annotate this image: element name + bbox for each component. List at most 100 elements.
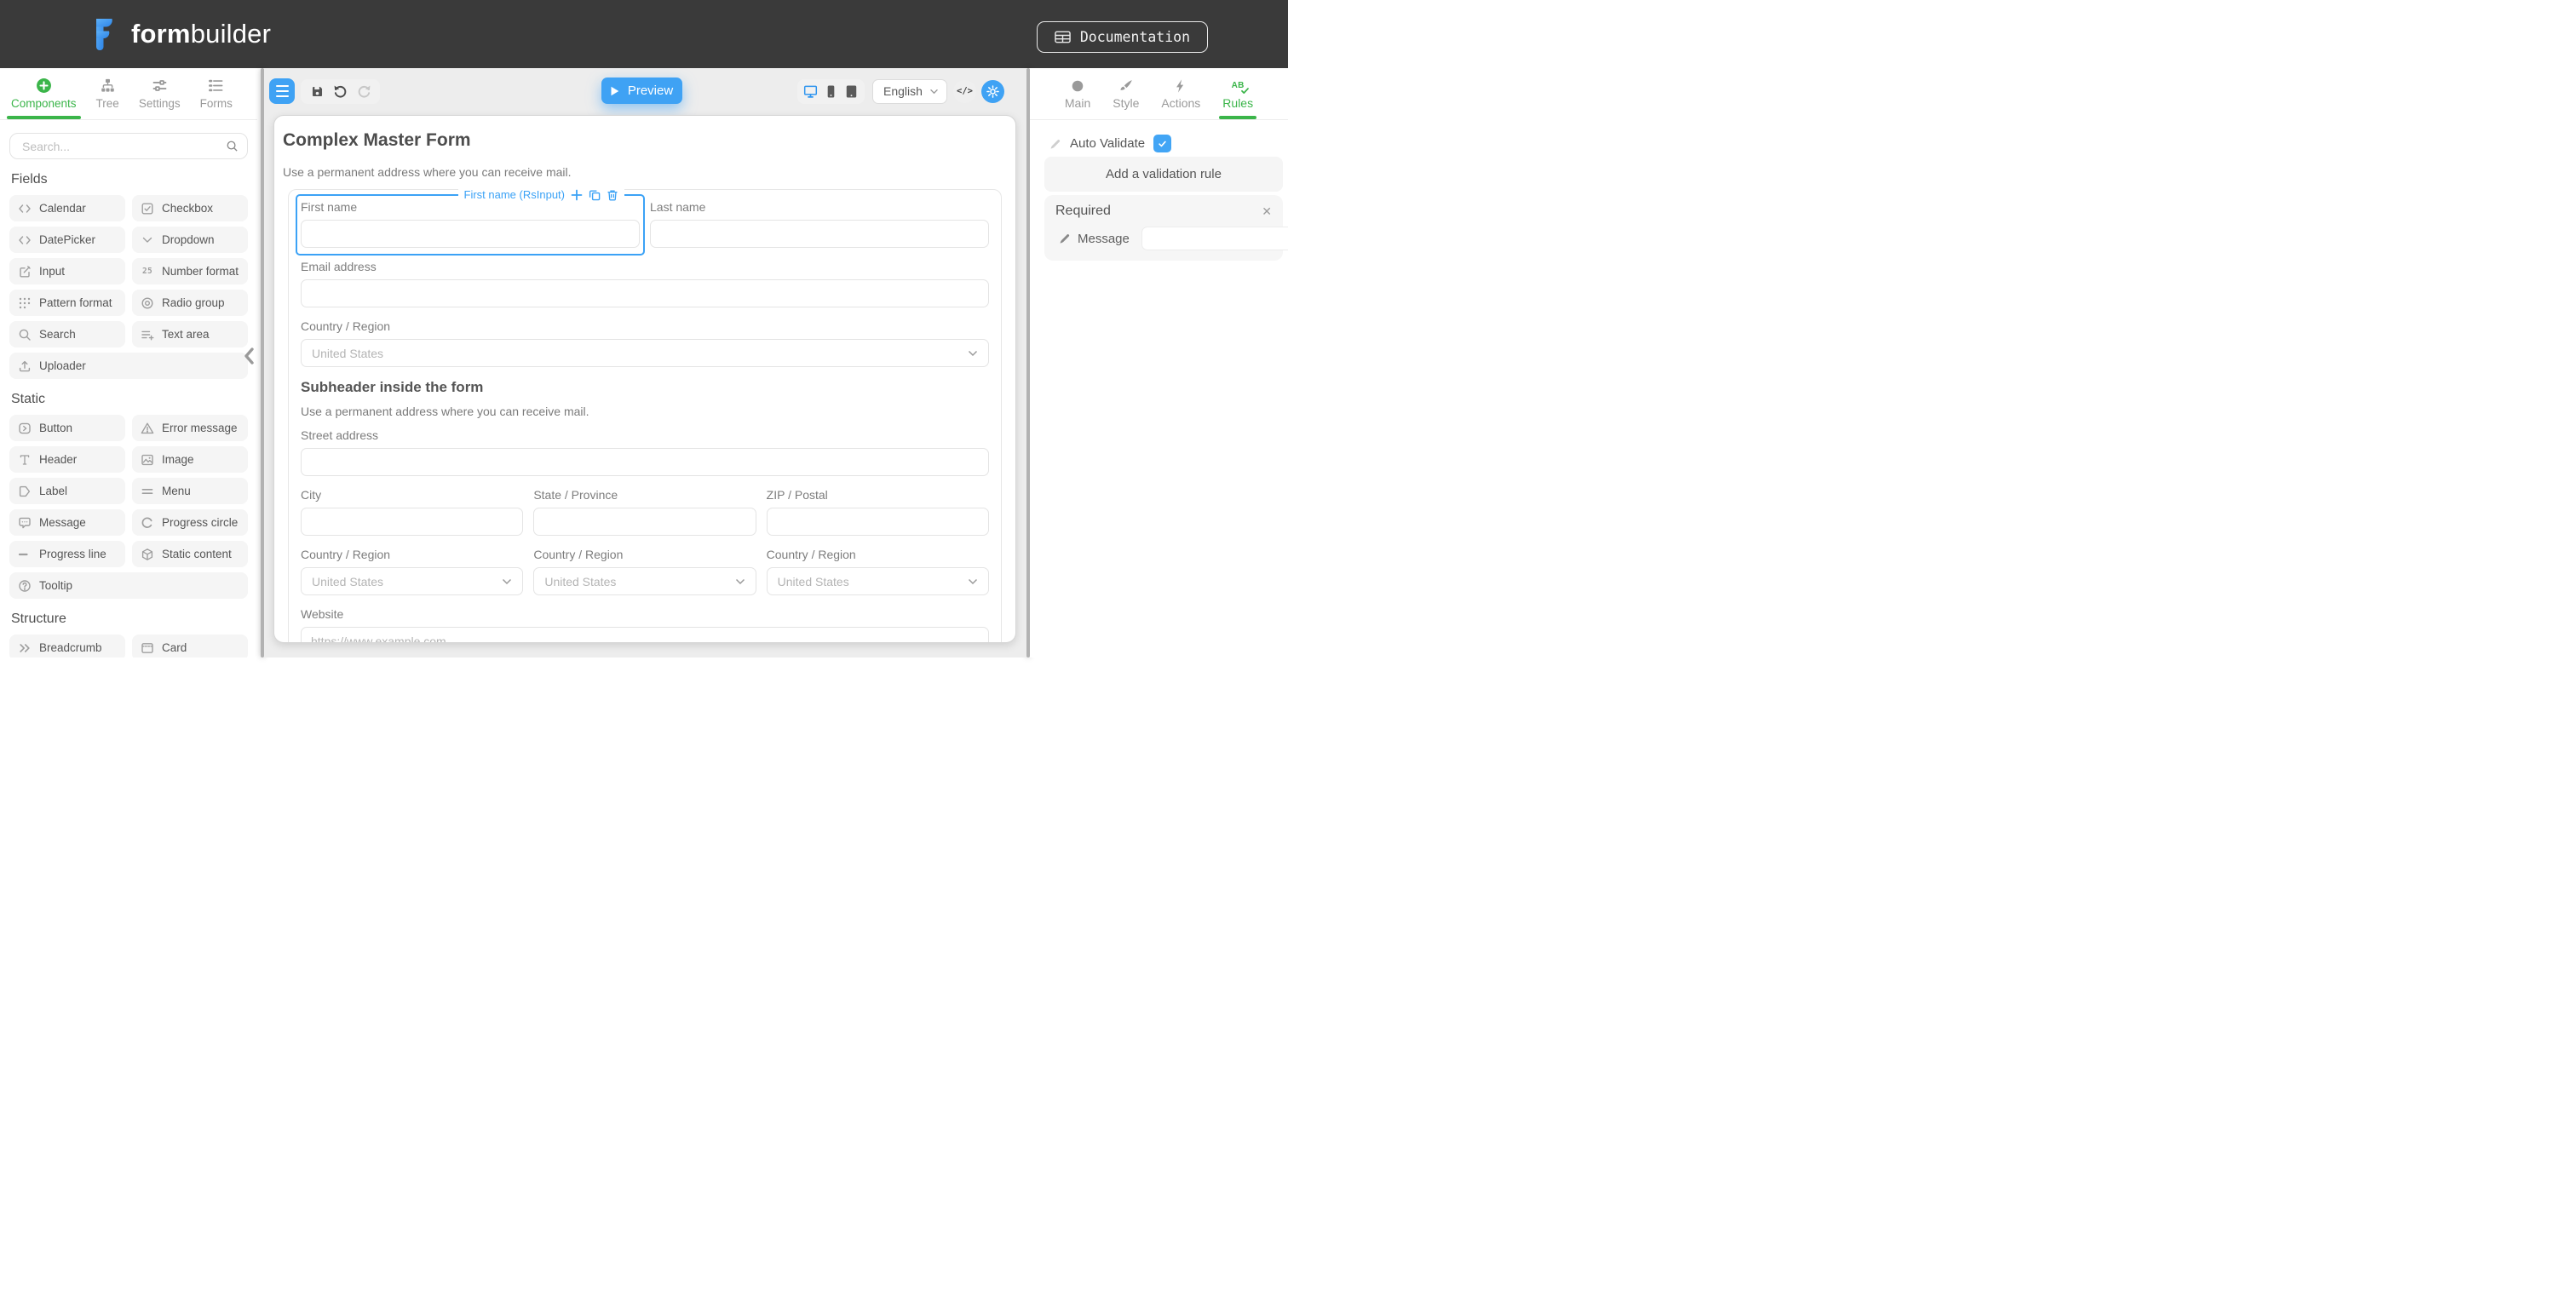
component-item-tooltip[interactable]: Tooltip <box>9 572 248 599</box>
component-item-uploader[interactable]: Uploader <box>9 353 248 379</box>
street-input[interactable] <box>301 448 989 476</box>
remove-rule-button[interactable]: ✕ <box>1262 205 1272 217</box>
website-input[interactable] <box>301 627 989 643</box>
rule-message-input[interactable] <box>1141 227 1288 250</box>
country-b-select[interactable]: United States <box>533 567 756 595</box>
form-section-container: First name (RsInput) First name <box>288 189 1002 643</box>
email-input[interactable] <box>301 279 989 307</box>
field-state[interactable]: State / Province <box>533 488 756 536</box>
code-tags-icon: </> <box>957 86 973 96</box>
country-select[interactable]: United States <box>301 339 989 367</box>
search-icon <box>18 328 32 342</box>
sidebar-tab-forms[interactable]: Forms <box>200 68 233 119</box>
component-label: DatePicker <box>39 233 95 246</box>
documentation-button[interactable]: Documentation <box>1037 21 1208 53</box>
view-code-button[interactable]: </> <box>953 80 976 103</box>
desktop-preview-button[interactable] <box>803 84 818 99</box>
top-bar: formbuilder Documentation <box>0 0 1288 68</box>
desktop-icon <box>803 84 818 99</box>
card-icon <box>141 641 154 655</box>
preview-button[interactable]: Preview <box>601 78 682 104</box>
field-website[interactable]: Website <box>301 607 989 643</box>
sidebar-tab-settings[interactable]: Settings <box>139 68 181 119</box>
auto-validate-label: Auto Validate <box>1070 136 1145 151</box>
component-item-static-content[interactable]: Static content <box>132 541 248 567</box>
warning-icon <box>141 422 154 435</box>
component-item-image[interactable]: Image <box>132 446 248 473</box>
state-input[interactable] <box>533 508 756 536</box>
component-item-calendar[interactable]: Calendar <box>9 195 125 221</box>
settings-button[interactable] <box>981 80 1004 103</box>
country-c-select[interactable]: United States <box>767 567 989 595</box>
component-item-header[interactable]: Header <box>9 446 125 473</box>
field-zip[interactable]: ZIP / Postal <box>767 488 989 536</box>
last-name-input[interactable] <box>650 220 989 248</box>
form-subheader: Subheader inside the form <box>301 379 989 396</box>
component-label: Number format <box>162 265 239 278</box>
component-item-text-area[interactable]: Text area <box>132 321 248 347</box>
component-item-card[interactable]: Card <box>132 635 248 658</box>
breadcrumb-icon <box>18 641 32 655</box>
language-select[interactable]: English <box>872 79 947 104</box>
component-item-message[interactable]: Message <box>9 509 125 536</box>
menu-button[interactable] <box>269 78 295 104</box>
component-item-menu[interactable]: Menu <box>132 478 248 504</box>
field-country-c[interactable]: Country / Region United States <box>767 548 989 595</box>
component-item-checkbox[interactable]: Checkbox <box>132 195 248 221</box>
delete-component-button[interactable] <box>607 189 618 201</box>
component-item-progress-circle[interactable]: Progress circle <box>132 509 248 536</box>
component-item-dropdown[interactable]: Dropdown <box>132 227 248 253</box>
list-icon <box>208 78 224 94</box>
auto-validate-checkbox[interactable] <box>1153 135 1171 152</box>
sidebar-tab-tree[interactable]: Tree <box>96 68 119 119</box>
add-validation-rule-button[interactable]: Add a validation rule <box>1044 157 1283 192</box>
field-country-b[interactable]: Country / Region United States <box>533 548 756 595</box>
collapse-left-panel-button[interactable] <box>242 346 257 366</box>
inspector-tab-rules[interactable]: ABRules <box>1222 68 1253 119</box>
hamburger-icon <box>276 85 289 88</box>
search-input[interactable] <box>20 139 226 154</box>
city-input[interactable] <box>301 508 523 536</box>
inspector-tab-main[interactable]: Main <box>1065 68 1090 119</box>
field-country-a[interactable]: Country / Region United States <box>301 548 523 595</box>
country-label: Country / Region <box>301 319 989 334</box>
search-icon <box>226 140 239 152</box>
field-first-name[interactable]: First name (RsInput) First name <box>301 200 640 248</box>
component-item-datepicker[interactable]: DatePicker <box>9 227 125 253</box>
zip-input[interactable] <box>767 508 989 536</box>
component-item-radio-group[interactable]: Radio group <box>132 290 248 316</box>
component-item-error-message[interactable]: Error message <box>132 415 248 441</box>
required-rule-card: Required ✕ Message <box>1044 195 1283 261</box>
first-name-input[interactable] <box>301 220 640 248</box>
undo-button[interactable] <box>333 84 348 99</box>
component-item-button[interactable]: Button <box>9 415 125 441</box>
field-country-main[interactable]: Country / Region United States <box>301 319 989 367</box>
component-item-search[interactable]: Search <box>9 321 125 347</box>
country-a-select[interactable]: United States <box>301 567 523 595</box>
sidebar-tab-components[interactable]: Components <box>11 68 77 119</box>
section-grid: Button Error message Header Image Label Menu M… <box>9 415 248 599</box>
inspector-tab-actions[interactable]: Actions <box>1161 68 1200 119</box>
component-item-input[interactable]: Input <box>9 258 125 284</box>
inspector-tab-style[interactable]: Style <box>1113 68 1139 119</box>
component-item-pattern-format[interactable]: Pattern format <box>9 290 125 316</box>
save-button[interactable] <box>310 84 325 99</box>
component-item-label[interactable]: Label <box>9 478 125 504</box>
component-item-breadcrumb[interactable]: Breadcrumb <box>9 635 125 658</box>
progress-line-icon <box>18 548 32 561</box>
component-item-progress-line[interactable]: Progress line <box>9 541 125 567</box>
question-circle-icon <box>18 579 32 593</box>
field-email[interactable]: Email address <box>301 260 989 307</box>
component-item-number-format[interactable]: 25Number format <box>132 258 248 284</box>
field-street[interactable]: Street address <box>301 428 989 476</box>
field-last-name[interactable]: Last name <box>650 200 989 248</box>
redo-button[interactable] <box>357 84 371 99</box>
tablet-preview-button[interactable] <box>844 84 859 99</box>
field-city[interactable]: City <box>301 488 523 536</box>
duplicate-component-button[interactable] <box>589 189 601 201</box>
component-label: Dropdown <box>162 233 215 246</box>
component-label: Pattern format <box>39 296 112 309</box>
add-component-button[interactable] <box>571 189 583 201</box>
phone-preview-button[interactable] <box>824 84 838 99</box>
chevron-down-icon <box>968 350 978 357</box>
